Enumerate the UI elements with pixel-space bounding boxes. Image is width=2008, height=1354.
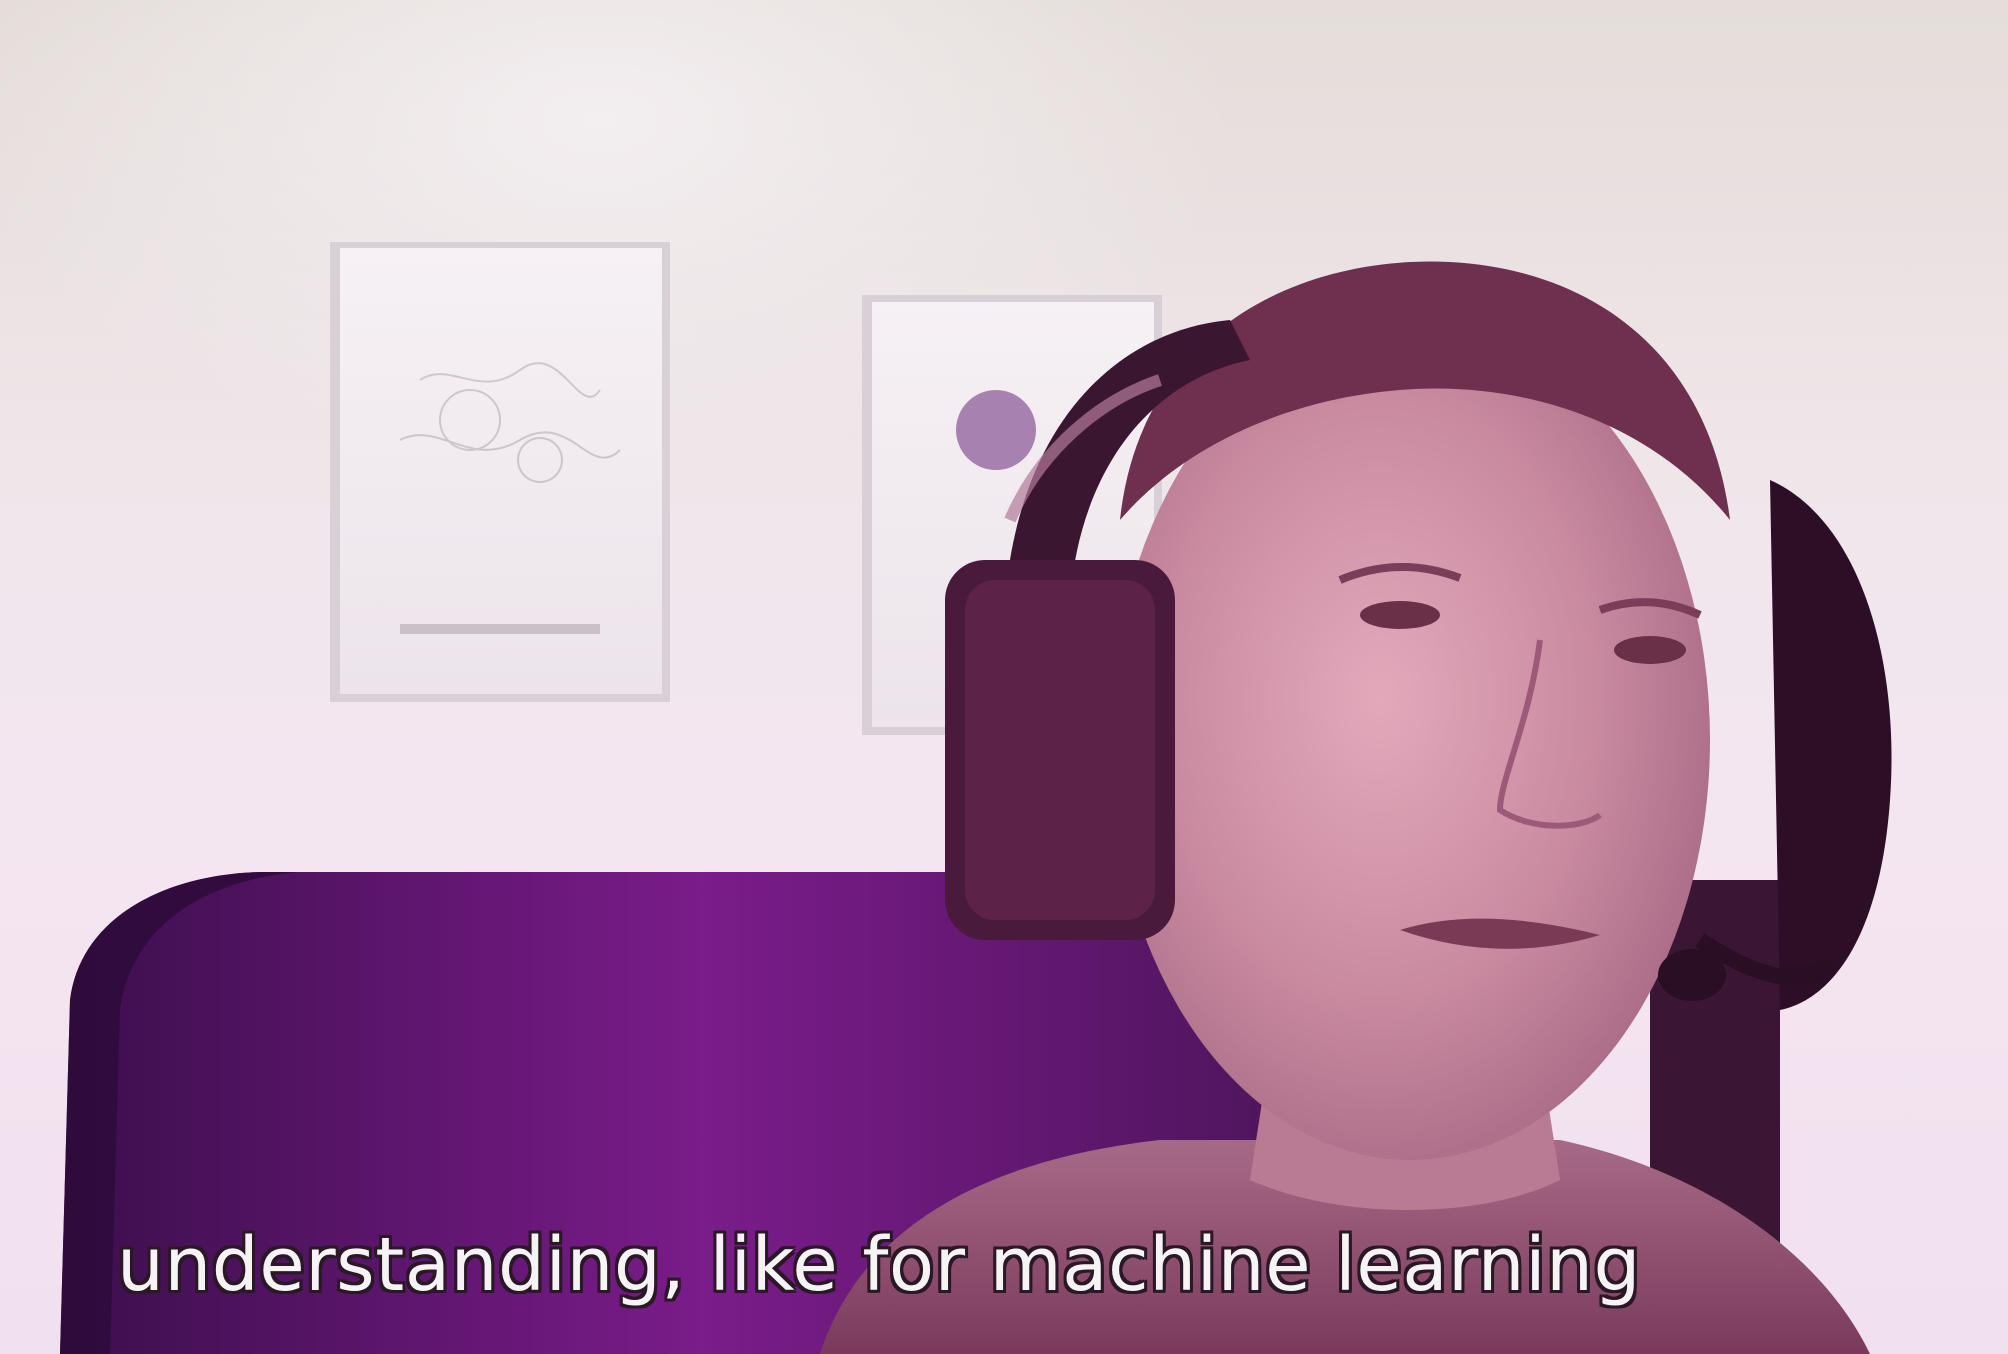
- subtitle-caption: understanding, like for machine learning: [116, 1222, 1642, 1308]
- wall-poster-left: [330, 242, 670, 702]
- video-frame: understanding, like for machine learning: [0, 0, 2008, 1354]
- webcam-scene: [60, 242, 1892, 1354]
- headset-ear-cup-left: [945, 560, 1175, 940]
- headset-ear-cup-right: [1770, 480, 1892, 1010]
